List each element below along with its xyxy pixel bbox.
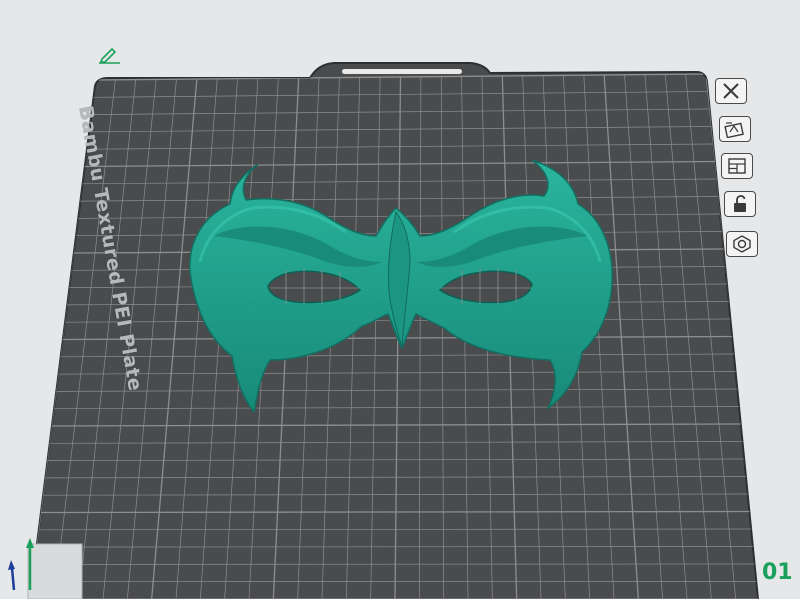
arrange-icon bbox=[728, 158, 746, 174]
axis-gizmo bbox=[8, 538, 34, 591]
edit-plate-name-icon[interactable] bbox=[96, 44, 122, 64]
plate-handle-slot bbox=[342, 69, 462, 74]
arrange-button[interactable] bbox=[721, 153, 753, 179]
plate-options-button[interactable] bbox=[726, 231, 758, 257]
close-plate-button[interactable] bbox=[715, 78, 747, 104]
plate-settings-icon bbox=[724, 122, 744, 138]
plate-gear-icon bbox=[733, 235, 751, 253]
plate-settings-button[interactable] bbox=[719, 116, 751, 142]
close-icon bbox=[723, 83, 739, 99]
origin-square bbox=[27, 543, 83, 599]
lock-icon bbox=[734, 195, 746, 212]
plate-number: 01 bbox=[762, 560, 793, 585]
plate-toolbar bbox=[713, 76, 758, 266]
lock-plate-button[interactable] bbox=[724, 191, 756, 217]
